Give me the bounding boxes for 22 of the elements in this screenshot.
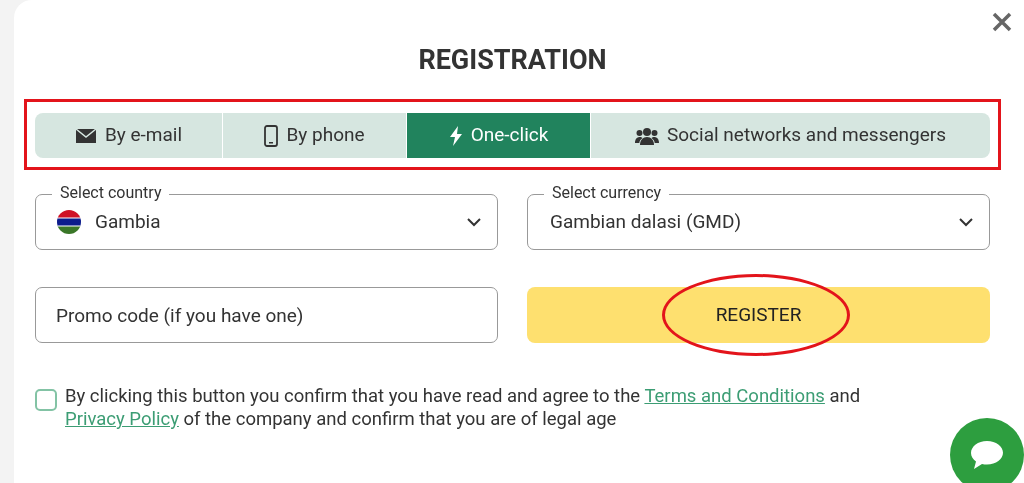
consent-text: By clicking this button you confirm that you have read and agree to the Terms and Conditions and Privacy Policy of the company and confirm that you are of legal age — [65, 385, 862, 431]
close-icon — [992, 12, 1012, 32]
select-value: Gambian dalasi (GMD) — [550, 208, 743, 235]
chat-bubble-icon — [969, 439, 1005, 471]
close-button[interactable] — [990, 10, 1014, 34]
tab[interactable]: Social networks and messengers — [590, 113, 990, 158]
register-button[interactable]: REGISTER — [527, 287, 990, 343]
phone-icon — [264, 124, 279, 147]
tab[interactable]: One-click — [406, 113, 590, 158]
tab[interactable]: By e-mail — [35, 113, 222, 158]
flag-icon — [56, 209, 82, 235]
chevron-down-icon — [467, 217, 481, 227]
envelope-icon — [74, 127, 97, 144]
select-value: Gambia — [95, 208, 162, 235]
chevron-down-icon — [959, 217, 973, 227]
consent-checkbox[interactable] — [35, 389, 57, 411]
lightning-icon — [448, 125, 463, 146]
select-label: Select currency — [544, 184, 670, 202]
dialog-title: REGISTRATION — [417, 43, 608, 78]
users-icon — [635, 126, 659, 145]
select-label: Select country — [52, 184, 170, 202]
promo-code-field[interactable]: Promo code (if you have one) — [35, 287, 498, 343]
